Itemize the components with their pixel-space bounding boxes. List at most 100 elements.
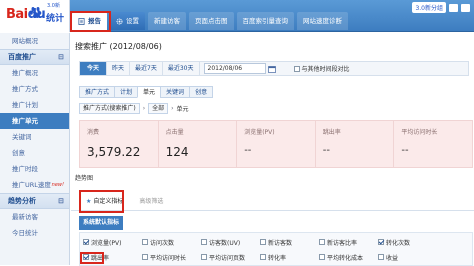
sidebar-item-label: 推广单元 — [12, 117, 38, 125]
collapse-icon[interactable]: ⊟ — [58, 193, 64, 209]
metric-bounce-rate[interactable]: 跳出率 -- — [316, 121, 395, 167]
sidebar-item[interactable]: 推广方式 — [0, 81, 69, 97]
metric-checkbox[interactable] — [260, 254, 266, 260]
metric-value: 124 — [165, 145, 189, 159]
sidebar-item-label: 关键词 — [12, 133, 32, 141]
metric-avg-duration[interactable]: 平均访问时长 -- — [394, 121, 472, 167]
date-today-button[interactable]: 今天 — [80, 62, 108, 75]
sidebar-group-label: 百度推广 — [8, 53, 36, 61]
tab-unit[interactable]: 单元 — [137, 86, 162, 98]
top-right-controls: 3.0新分组 — [412, 2, 470, 13]
metric-option[interactable]: 转化率 — [260, 251, 319, 263]
main-content: 搜索推广 (2012/08/06) 今天 昨天 最近7天 最近30天 2012/… — [71, 33, 474, 266]
metric-option-label: 平均访问时长 — [150, 254, 187, 262]
metric-checkbox[interactable] — [201, 254, 207, 260]
nav-settings[interactable]: 设置 — [110, 12, 145, 30]
main-nav: 报告 设置 新建访客 页面点击图 百度索引量查询 网站速度诊断 — [72, 12, 348, 30]
highlight-box-bounce-rate — [80, 252, 104, 264]
breadcrumb-all[interactable]: 全部 — [148, 102, 169, 114]
sidebar-group[interactable]: 百度推广 ⊟ — [0, 49, 69, 65]
logo[interactable]: Baidu 3.0新 统计 — [0, 0, 70, 32]
metric-checkbox[interactable] — [378, 239, 384, 245]
sidebar-group[interactable]: 趋势分析 ⊟ — [0, 193, 69, 209]
compare-checkbox[interactable] — [293, 65, 300, 72]
chevron-right-icon: › — [142, 104, 146, 112]
nav-speed-diagnosis[interactable]: 网站速度诊断 — [297, 12, 348, 30]
table-subtabs: ★ 自定义指标 高级筛选 — [71, 193, 474, 211]
window-button[interactable] — [461, 3, 470, 12]
metric-checkbox[interactable] — [319, 254, 325, 260]
compare-toggle[interactable]: 与其他时间段对比 — [293, 64, 350, 73]
metric-option[interactable]: 收益 — [378, 251, 437, 263]
metric-checkbox[interactable] — [260, 239, 266, 245]
metric-option[interactable]: 转化次数 — [378, 236, 437, 248]
version-badge[interactable]: 3.0新分组 — [412, 2, 446, 13]
metric-option[interactable]: 平均访问页数 — [201, 251, 260, 263]
metric-pageviews[interactable]: 浏览量(PV) -- — [237, 121, 316, 167]
highlight-box-custom-metrics — [79, 190, 124, 213]
sidebar-item[interactable]: 推广时段 — [0, 161, 69, 177]
sidebar-item[interactable]: 推广URL速度 new! — [0, 177, 69, 193]
date-yesterday-button[interactable]: 昨天 — [107, 62, 131, 75]
breadcrumb-unit: 单元 — [176, 105, 189, 113]
sidebar-item-label: 推广概况 — [12, 69, 38, 77]
sidebar-item[interactable]: 推广单元 — [0, 113, 69, 129]
tab-creative[interactable]: 创意 — [189, 86, 214, 98]
sidebar-item[interactable]: 创意 — [0, 145, 69, 161]
sidebar-item[interactable]: 网站概况 — [0, 33, 69, 49]
sidebar-group-label: 趋势分析 — [8, 197, 36, 205]
page-title: 搜索推广 (2012/08/06) — [75, 42, 162, 51]
logo-version: 3.0新 — [47, 3, 60, 9]
metric-option[interactable]: 访客数(UV) — [201, 236, 260, 248]
sidebar-item[interactable]: 今日统计 — [0, 225, 69, 241]
metric-cost[interactable]: 消费 3,579.22 — [80, 121, 159, 167]
nav-new-visitors[interactable]: 新建访客 — [148, 12, 186, 30]
metric-option-label: 浏览量(PV) — [91, 239, 122, 247]
tab-keyword[interactable]: 关键词 — [160, 86, 191, 98]
sidebar-item[interactable]: 推广计划 — [0, 97, 69, 113]
tab-plan[interactable]: 计划 — [114, 86, 139, 98]
metric-checkbox[interactable] — [378, 254, 384, 260]
metric-value: -- — [401, 145, 409, 156]
metric-checkbox[interactable] — [83, 239, 89, 245]
metric-clicks[interactable]: 点击量 124 — [159, 121, 238, 167]
nav-index-query[interactable]: 百度索引量查询 — [236, 12, 294, 30]
metric-label: 消费 — [87, 129, 100, 136]
sidebar-item-label: 网站概况 — [12, 37, 38, 45]
date-7days-button[interactable]: 最近7天 — [130, 62, 163, 75]
metric-option[interactable]: 访问次数 — [142, 236, 201, 248]
collapse-icon[interactable]: ⊟ — [58, 49, 64, 65]
window-button[interactable] — [449, 3, 458, 12]
metric-option-label: 收益 — [386, 254, 399, 262]
nav-click-map[interactable]: 页面点击图 — [189, 12, 234, 30]
nav-settings-label: 设置 — [126, 17, 139, 25]
metric-checkbox[interactable] — [319, 239, 325, 245]
advanced-filter-tab[interactable]: 高级筛选 — [134, 194, 168, 210]
metrics-panel: 消费 3,579.22 点击量 124 浏览量(PV) -- 跳出率 -- 平均… — [79, 120, 473, 168]
metric-option-label: 访问次数 — [150, 239, 175, 247]
breadcrumb: 推广方式(搜索推广) › 全部 › 单元 — [79, 102, 189, 114]
metric-checkbox[interactable] — [142, 254, 148, 260]
sidebar-item[interactable]: 推广概况 — [0, 65, 69, 81]
level-tabs: 推广方式 计划 单元 关键词 创意 — [79, 86, 214, 98]
metric-label: 点击量 — [165, 129, 184, 136]
metric-option[interactable]: 新访客比率 — [319, 236, 378, 248]
date-input[interactable]: 2012/08/06 — [203, 63, 266, 74]
tab-method[interactable]: 推广方式 — [79, 86, 116, 98]
compare-label: 与其他时间段对比 — [301, 66, 350, 73]
sidebar-item[interactable]: 最新访客 — [0, 209, 69, 225]
metric-option-label: 转化率 — [268, 254, 287, 262]
metric-option[interactable]: 平均访问时长 — [142, 251, 201, 263]
sidebar-item-label: 推广计划 — [12, 101, 38, 109]
breadcrumb-method[interactable]: 推广方式(搜索推广) — [79, 102, 140, 114]
metric-checkbox[interactable] — [142, 239, 148, 245]
sidebar-item[interactable]: 关键词 — [0, 129, 69, 145]
metric-option[interactable]: 浏览量(PV) — [83, 236, 142, 248]
calendar-icon[interactable] — [267, 65, 276, 73]
metric-option[interactable]: 平均转化成本 — [319, 251, 378, 263]
metric-checkbox[interactable] — [201, 239, 207, 245]
settings-icon — [116, 18, 123, 24]
sidebar-item-label: 今日统计 — [12, 229, 38, 237]
date-30days-button[interactable]: 最近30天 — [163, 62, 200, 75]
metric-option[interactable]: 新访客数 — [260, 236, 319, 248]
